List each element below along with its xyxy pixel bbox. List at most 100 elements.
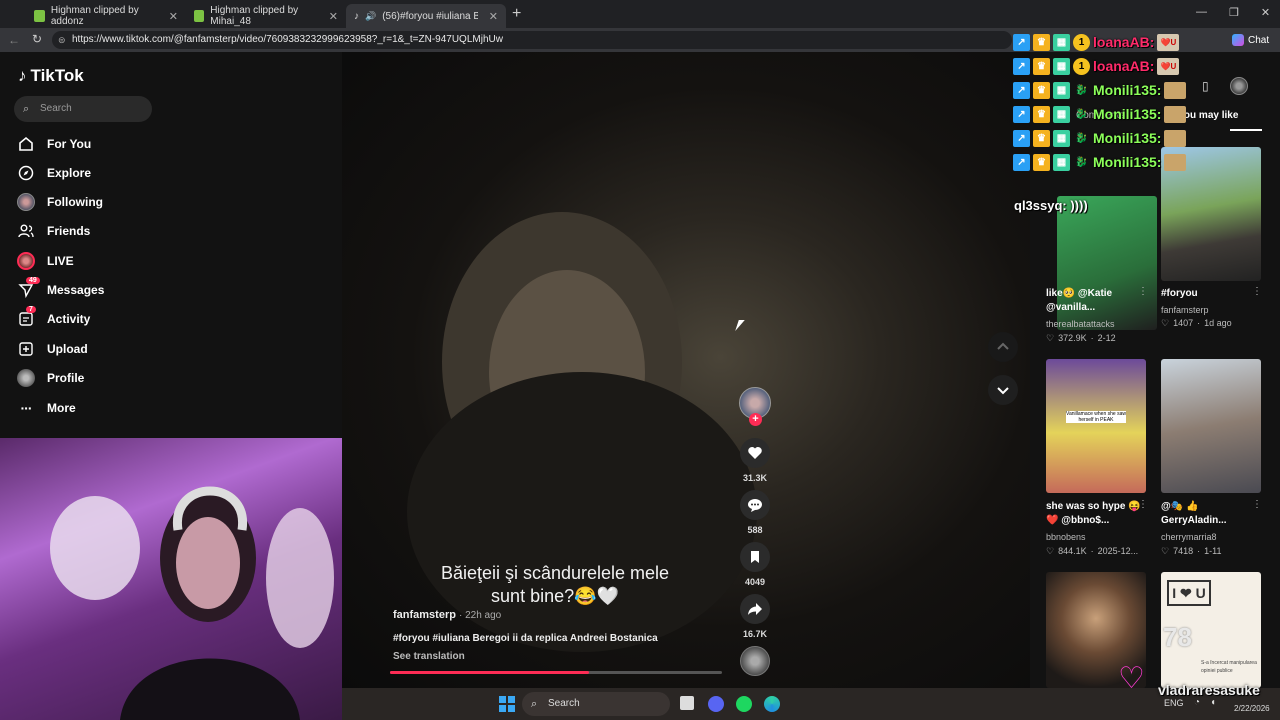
sidebar-item-live[interactable]: LIVE [17, 250, 74, 272]
chat-username: loanaAB: [1093, 58, 1155, 74]
search-icon: ⌕ [23, 103, 30, 115]
crown-badge-icon: ♛ [1033, 153, 1050, 171]
new-tab-button[interactable]: + [512, 5, 521, 23]
logo-text: TikTok [30, 66, 84, 85]
language-indicator[interactable]: ENG [1164, 698, 1184, 708]
comment-action[interactable]: 588 [738, 490, 772, 535]
search-input[interactable]: ⌕ Search [14, 96, 152, 122]
close-tab-icon[interactable]: ✕ [329, 10, 338, 23]
site-info-icon[interactable]: ⊜ [58, 31, 66, 49]
prime-badge-icon: ↗ [1013, 81, 1030, 99]
chat-partial-line: ql3ssyq: )))) [1014, 198, 1088, 213]
suggestion-likes: 372.9K [1058, 333, 1087, 343]
task-view-icon[interactable] [680, 696, 694, 710]
spotify-icon[interactable] [736, 696, 752, 712]
sidebar-item-explore[interactable]: Explore [17, 162, 91, 184]
close-tab-icon[interactable]: ✕ [489, 10, 498, 23]
more-options-icon[interactable]: ⋮ [1252, 499, 1262, 510]
minimize-icon[interactable]: — [1196, 6, 1207, 19]
like-action[interactable]: 31.3K [738, 438, 772, 483]
speaker-icon[interactable]: 🔊 [365, 11, 376, 22]
thumbnail-line-1: S-a încercat manipularea [1201, 660, 1257, 666]
emote-badge-icon: ▦ [1053, 57, 1070, 75]
video-description: #foryou #iuliana Beregoi ii da replica A… [393, 633, 658, 644]
suggestion-title[interactable]: @🎭 👍GerryAladin... [1161, 500, 1261, 528]
save-action[interactable]: 4049 [738, 542, 772, 587]
browser-tab[interactable]: Highman clipped by addonz ✕ [26, 4, 186, 28]
suggestion-title[interactable]: she was so hype 😝❤️ @bbno$... [1046, 500, 1146, 528]
chat-username: Monili135: [1093, 82, 1162, 98]
previous-video-button[interactable] [988, 332, 1018, 362]
more-options-icon[interactable]: ⋮ [1138, 286, 1148, 297]
share-count: 16.7K [742, 629, 768, 639]
suggestion-author[interactable]: fanfamsterp [1161, 305, 1209, 315]
video-progress-bar[interactable] [390, 671, 722, 674]
suggestion-author[interactable]: cherrymarria8 [1161, 532, 1217, 542]
prime-badge-icon: ↗ [1013, 153, 1030, 171]
prime-badge-icon: ↗ [1013, 105, 1030, 123]
sidebar-item-friends[interactable]: Friends [17, 220, 90, 242]
close-tab-icon[interactable]: ✕ [169, 10, 178, 23]
sidebar-item-label: For You [47, 137, 92, 151]
browser-tab[interactable]: Highman clipped by Mihai_48 ✕ [186, 4, 346, 28]
share-action[interactable]: 16.7K [738, 594, 772, 639]
follow-plus-icon[interactable]: + [749, 413, 762, 426]
caption-line-1: Băieţeii şi scândurelele mele [440, 563, 670, 583]
inbox-icon: 7 [17, 306, 36, 328]
following-avatar-icon [17, 193, 35, 211]
tab-title: Highman clipped by addonz [50, 5, 139, 27]
bookmark-icon[interactable] [740, 542, 770, 572]
sidebar-item-upload[interactable]: Upload [17, 338, 88, 360]
chat-emote: ❤️U [1157, 57, 1180, 75]
sidebar-item-messages[interactable]: 49 Messages [17, 277, 104, 301]
wifi-icon[interactable]: ◔ [1194, 697, 1200, 708]
video-author[interactable]: fanfamsterp [393, 609, 456, 621]
you-may-like-heading[interactable]: You may like [1178, 110, 1238, 121]
copilot-chat-button[interactable]: Chat [1232, 31, 1269, 49]
sidebar-item-more[interactable]: ··· More [17, 397, 76, 419]
heart-icon[interactable] [740, 438, 770, 468]
save-count: 4049 [744, 577, 766, 587]
see-translation-link[interactable]: See translation [393, 651, 465, 662]
sound-disc-icon[interactable] [740, 646, 770, 676]
comment-icon[interactable] [740, 490, 770, 520]
suggestion-thumbnail[interactable]: Vanillamace when she saw herself in PEAK [1046, 359, 1146, 493]
sidebar-item-following[interactable]: Following [17, 191, 103, 213]
taskbar-search[interactable]: ⌕ Search [522, 692, 670, 716]
edge-icon[interactable] [764, 696, 780, 712]
suggestion-author[interactable]: bbnobens [1046, 532, 1086, 542]
browser-tab-active[interactable]: ♪ 🔊 (56)#foryou #iuliana Beregoi ✕ [346, 4, 506, 28]
dragon-emote-icon: 🐉 [1075, 132, 1088, 144]
suggestion-title[interactable]: #foryou [1161, 287, 1261, 301]
creator-avatar[interactable]: + [739, 387, 771, 426]
volume-icon[interactable]: ◖ [1210, 697, 1216, 708]
tiktok-logo[interactable]: ♪ TikTok [18, 66, 84, 86]
chat-message: ↗ ♛ ▦ 🐉 Monili135: [1013, 80, 1187, 100]
suggestion-title[interactable]: like🥺 @Katie @vanilla... [1046, 287, 1146, 315]
suggestion-thumbnail[interactable]: I ❤ U 78 S-a încercat manipularea opinie… [1161, 572, 1261, 688]
next-video-button[interactable] [988, 375, 1018, 405]
sidebar-item-label: Activity [47, 312, 91, 326]
reload-icon[interactable]: ↻ [32, 32, 42, 46]
account-avatar-icon[interactable] [1230, 77, 1248, 95]
video-caption-overlay: Băieţeii şi scândurelele mele sunt bine?… [400, 562, 710, 608]
maximize-icon[interactable]: ❐ [1229, 6, 1239, 19]
suggestion-thumbnail[interactable] [1161, 359, 1261, 493]
sidebar-item-label: LIVE [47, 254, 74, 268]
paper-plane-icon: 49 [17, 277, 40, 299]
windows-start-icon[interactable] [499, 696, 515, 712]
sidebar-item-profile[interactable]: Profile [17, 367, 84, 389]
sidebar-item-activity[interactable]: 7 Activity [17, 306, 91, 330]
phone-icon[interactable]: ▯ [1202, 79, 1209, 93]
more-options-icon[interactable]: ⋮ [1138, 499, 1148, 510]
sidebar-item-label: Explore [47, 166, 92, 180]
more-options-icon[interactable]: ⋮ [1252, 286, 1262, 297]
close-window-icon[interactable]: ✕ [1261, 6, 1270, 19]
tiktok-note-icon: ♪ [18, 66, 27, 85]
sidebar-item-for-you[interactable]: For You [17, 133, 91, 155]
suggestion-author[interactable]: therealbatattacks [1046, 319, 1115, 329]
url-field[interactable]: ⊜ https://www.tiktok.com/@fanfamsterp/vi… [52, 31, 1012, 49]
back-icon[interactable]: ← [8, 33, 20, 47]
share-icon[interactable] [740, 594, 770, 624]
discord-icon[interactable] [708, 696, 724, 712]
